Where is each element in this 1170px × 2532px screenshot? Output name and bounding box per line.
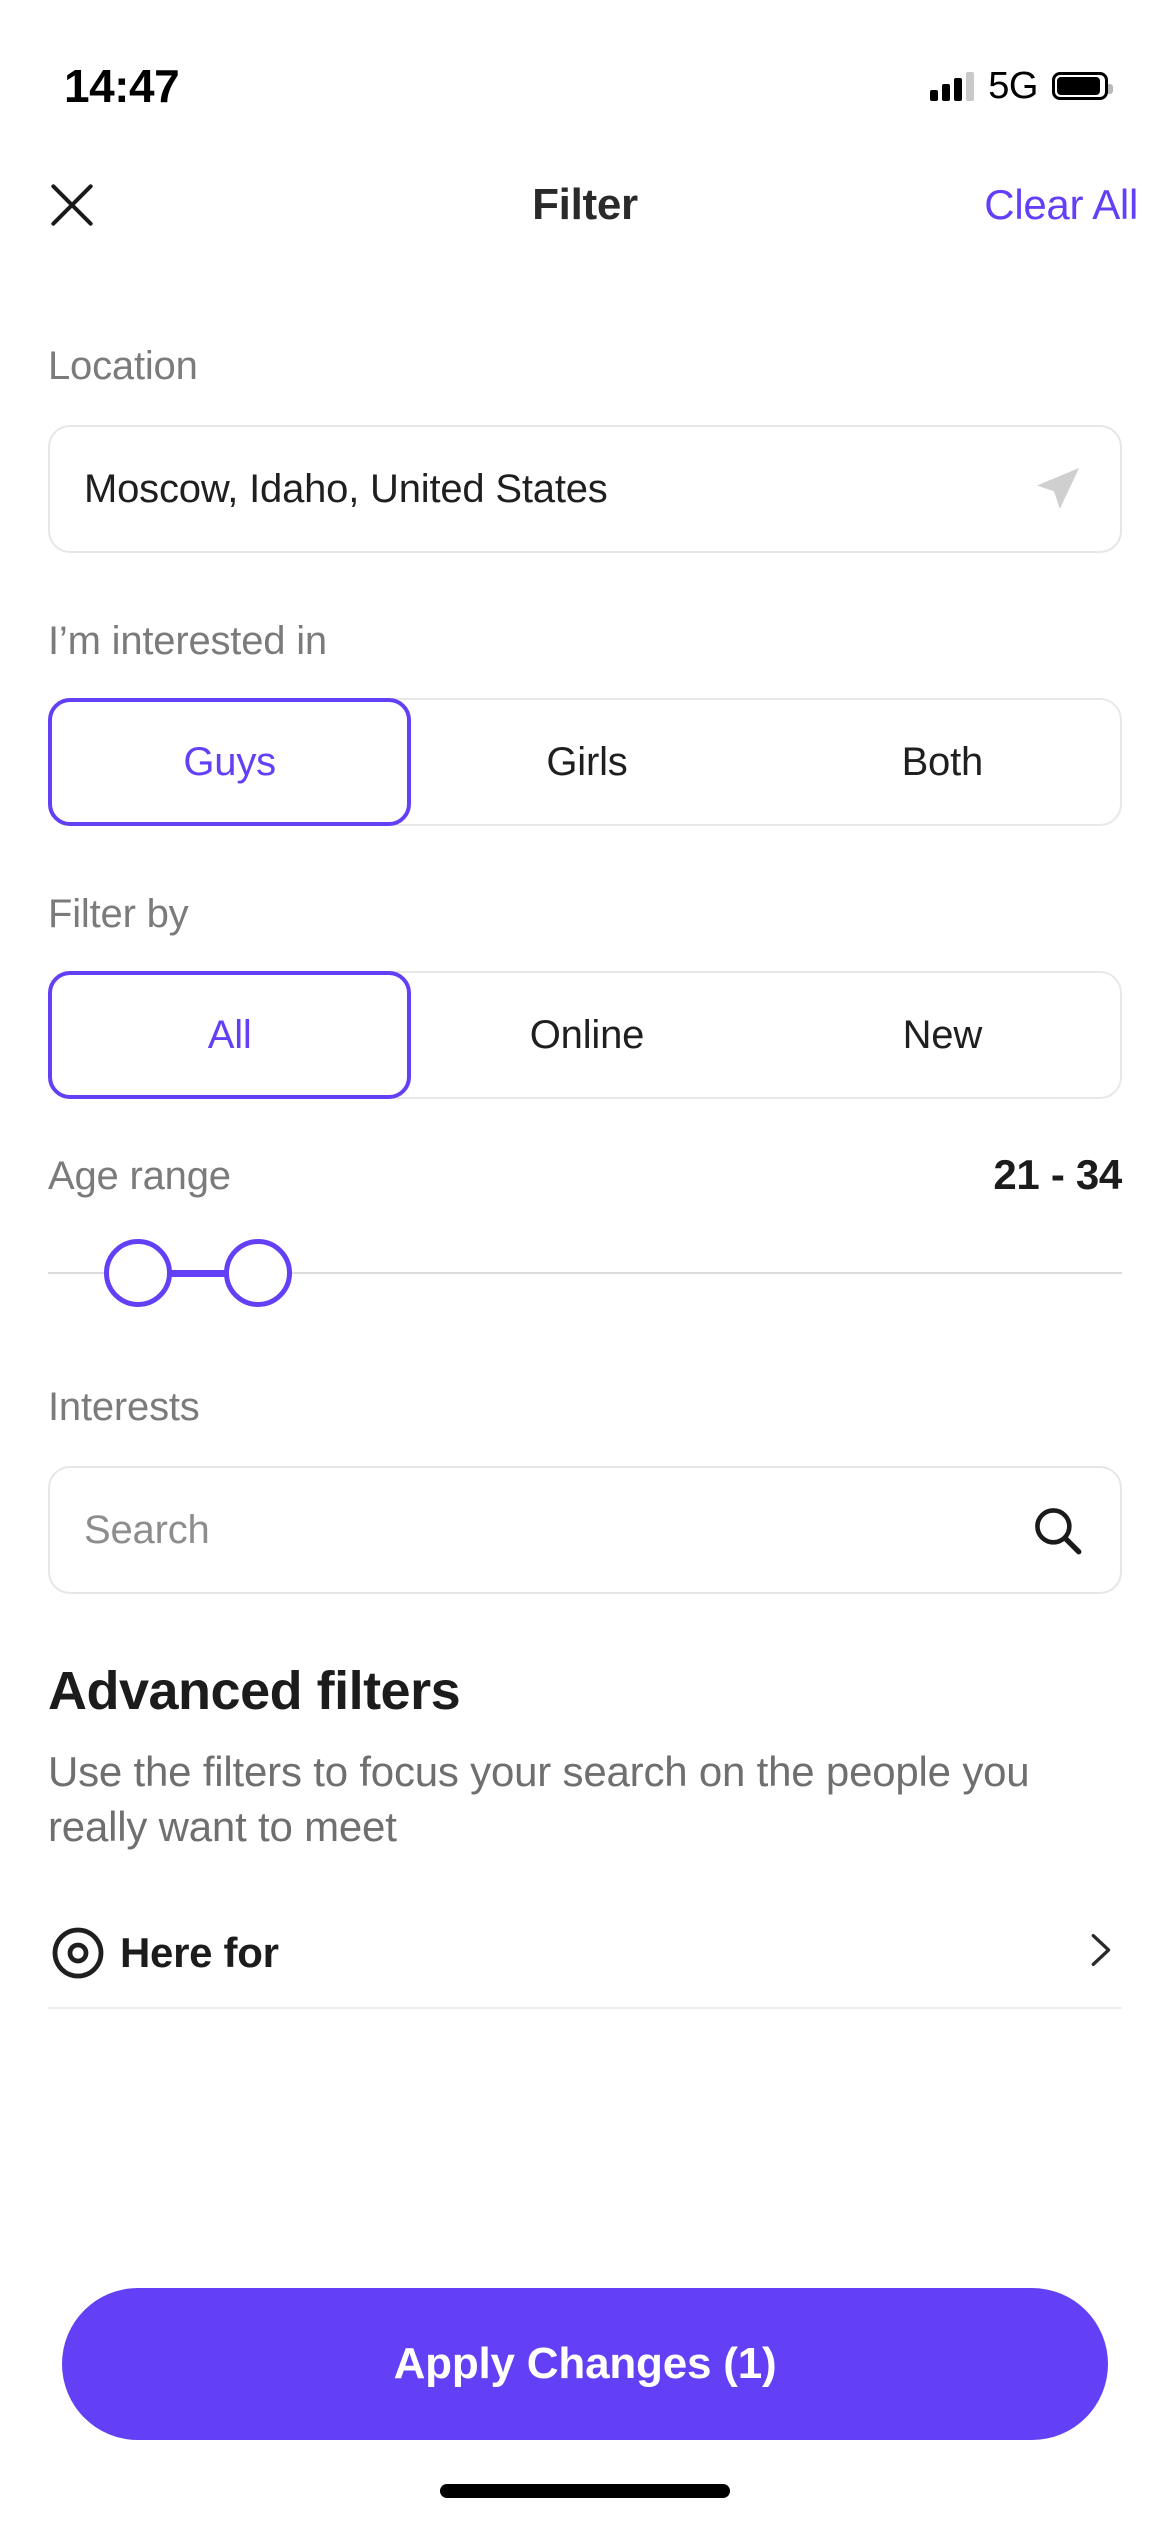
chevron-right-icon — [1076, 1927, 1122, 1978]
location-input[interactable]: Moscow, Idaho, United States — [48, 425, 1122, 553]
segment-online[interactable]: Online — [409, 973, 764, 1097]
filter-content: Location Moscow, Idaho, United States I’… — [0, 262, 1170, 2532]
signal-bars-icon — [930, 71, 975, 101]
interests-search-placeholder: Search — [84, 1507, 210, 1552]
network-type-label: 5G — [988, 64, 1038, 107]
advanced-filters-title: Advanced filters — [48, 1661, 461, 1721]
advanced-filters-section: Advanced filters Use the filters to focu… — [48, 1660, 1122, 2009]
segment-guys[interactable]: Guys — [48, 698, 412, 826]
home-indicator — [440, 2484, 730, 2498]
location-label: Location — [48, 344, 198, 388]
filter-screen: 14:47 5G Filter Clear All Location Mosco… — [0, 0, 1170, 2532]
slider-thumb-min[interactable] — [104, 1239, 172, 1307]
clear-all-button[interactable]: Clear All — [984, 181, 1138, 229]
segment-both[interactable]: Both — [765, 700, 1120, 824]
bottom-action-bar: Apply Changes (1) — [0, 2252, 1170, 2532]
slider-thumb-max[interactable] — [224, 1239, 292, 1307]
interested-in-section: I’m interested in Guys Girls Both — [48, 619, 1122, 826]
age-range-label: Age range — [48, 1154, 231, 1198]
filter-by-section: Filter by All Online New — [48, 892, 1122, 1099]
navigation-arrow-icon[interactable] — [1030, 461, 1086, 517]
apply-changes-button[interactable]: Apply Changes (1) — [62, 2288, 1108, 2440]
battery-icon — [1052, 72, 1113, 100]
status-time: 14:47 — [64, 60, 180, 112]
location-section: Location Moscow, Idaho, United States — [48, 344, 1122, 553]
status-bar: 14:47 5G — [0, 0, 1170, 150]
advanced-row-label: Here for — [120, 1928, 279, 1976]
search-icon[interactable] — [1028, 1501, 1086, 1559]
segment-girls[interactable]: Girls — [409, 700, 764, 824]
target-circle-icon — [48, 1923, 120, 1983]
apply-changes-label: Apply Changes (1) — [393, 2339, 777, 2388]
advanced-row-here-for[interactable]: Here for — [48, 1899, 1122, 2009]
status-indicators: 5G — [930, 43, 1113, 108]
age-range-slider[interactable] — [48, 1213, 1122, 1333]
location-value: Moscow, Idaho, United States — [84, 466, 608, 511]
age-range-value: 21 - 34 — [993, 1151, 1122, 1198]
interests-search-field[interactable]: Search — [48, 1466, 1122, 1594]
segment-new[interactable]: New — [765, 973, 1120, 1097]
filter-by-label: Filter by — [48, 892, 189, 936]
interested-in-label: I’m interested in — [48, 619, 327, 663]
segment-all[interactable]: All — [48, 971, 412, 1099]
age-range-section: Age range 21 - 34 — [48, 1151, 1122, 1333]
filter-by-segmented-control: All Online New — [48, 971, 1122, 1099]
interests-label: Interests — [48, 1385, 200, 1429]
navigation-bar: Filter Clear All — [0, 150, 1170, 260]
interested-in-segmented-control: Guys Girls Both — [48, 698, 1122, 826]
interests-section: Interests Search — [48, 1385, 1122, 1594]
advanced-filters-description: Use the filters to focus your search on … — [48, 1748, 1030, 1851]
